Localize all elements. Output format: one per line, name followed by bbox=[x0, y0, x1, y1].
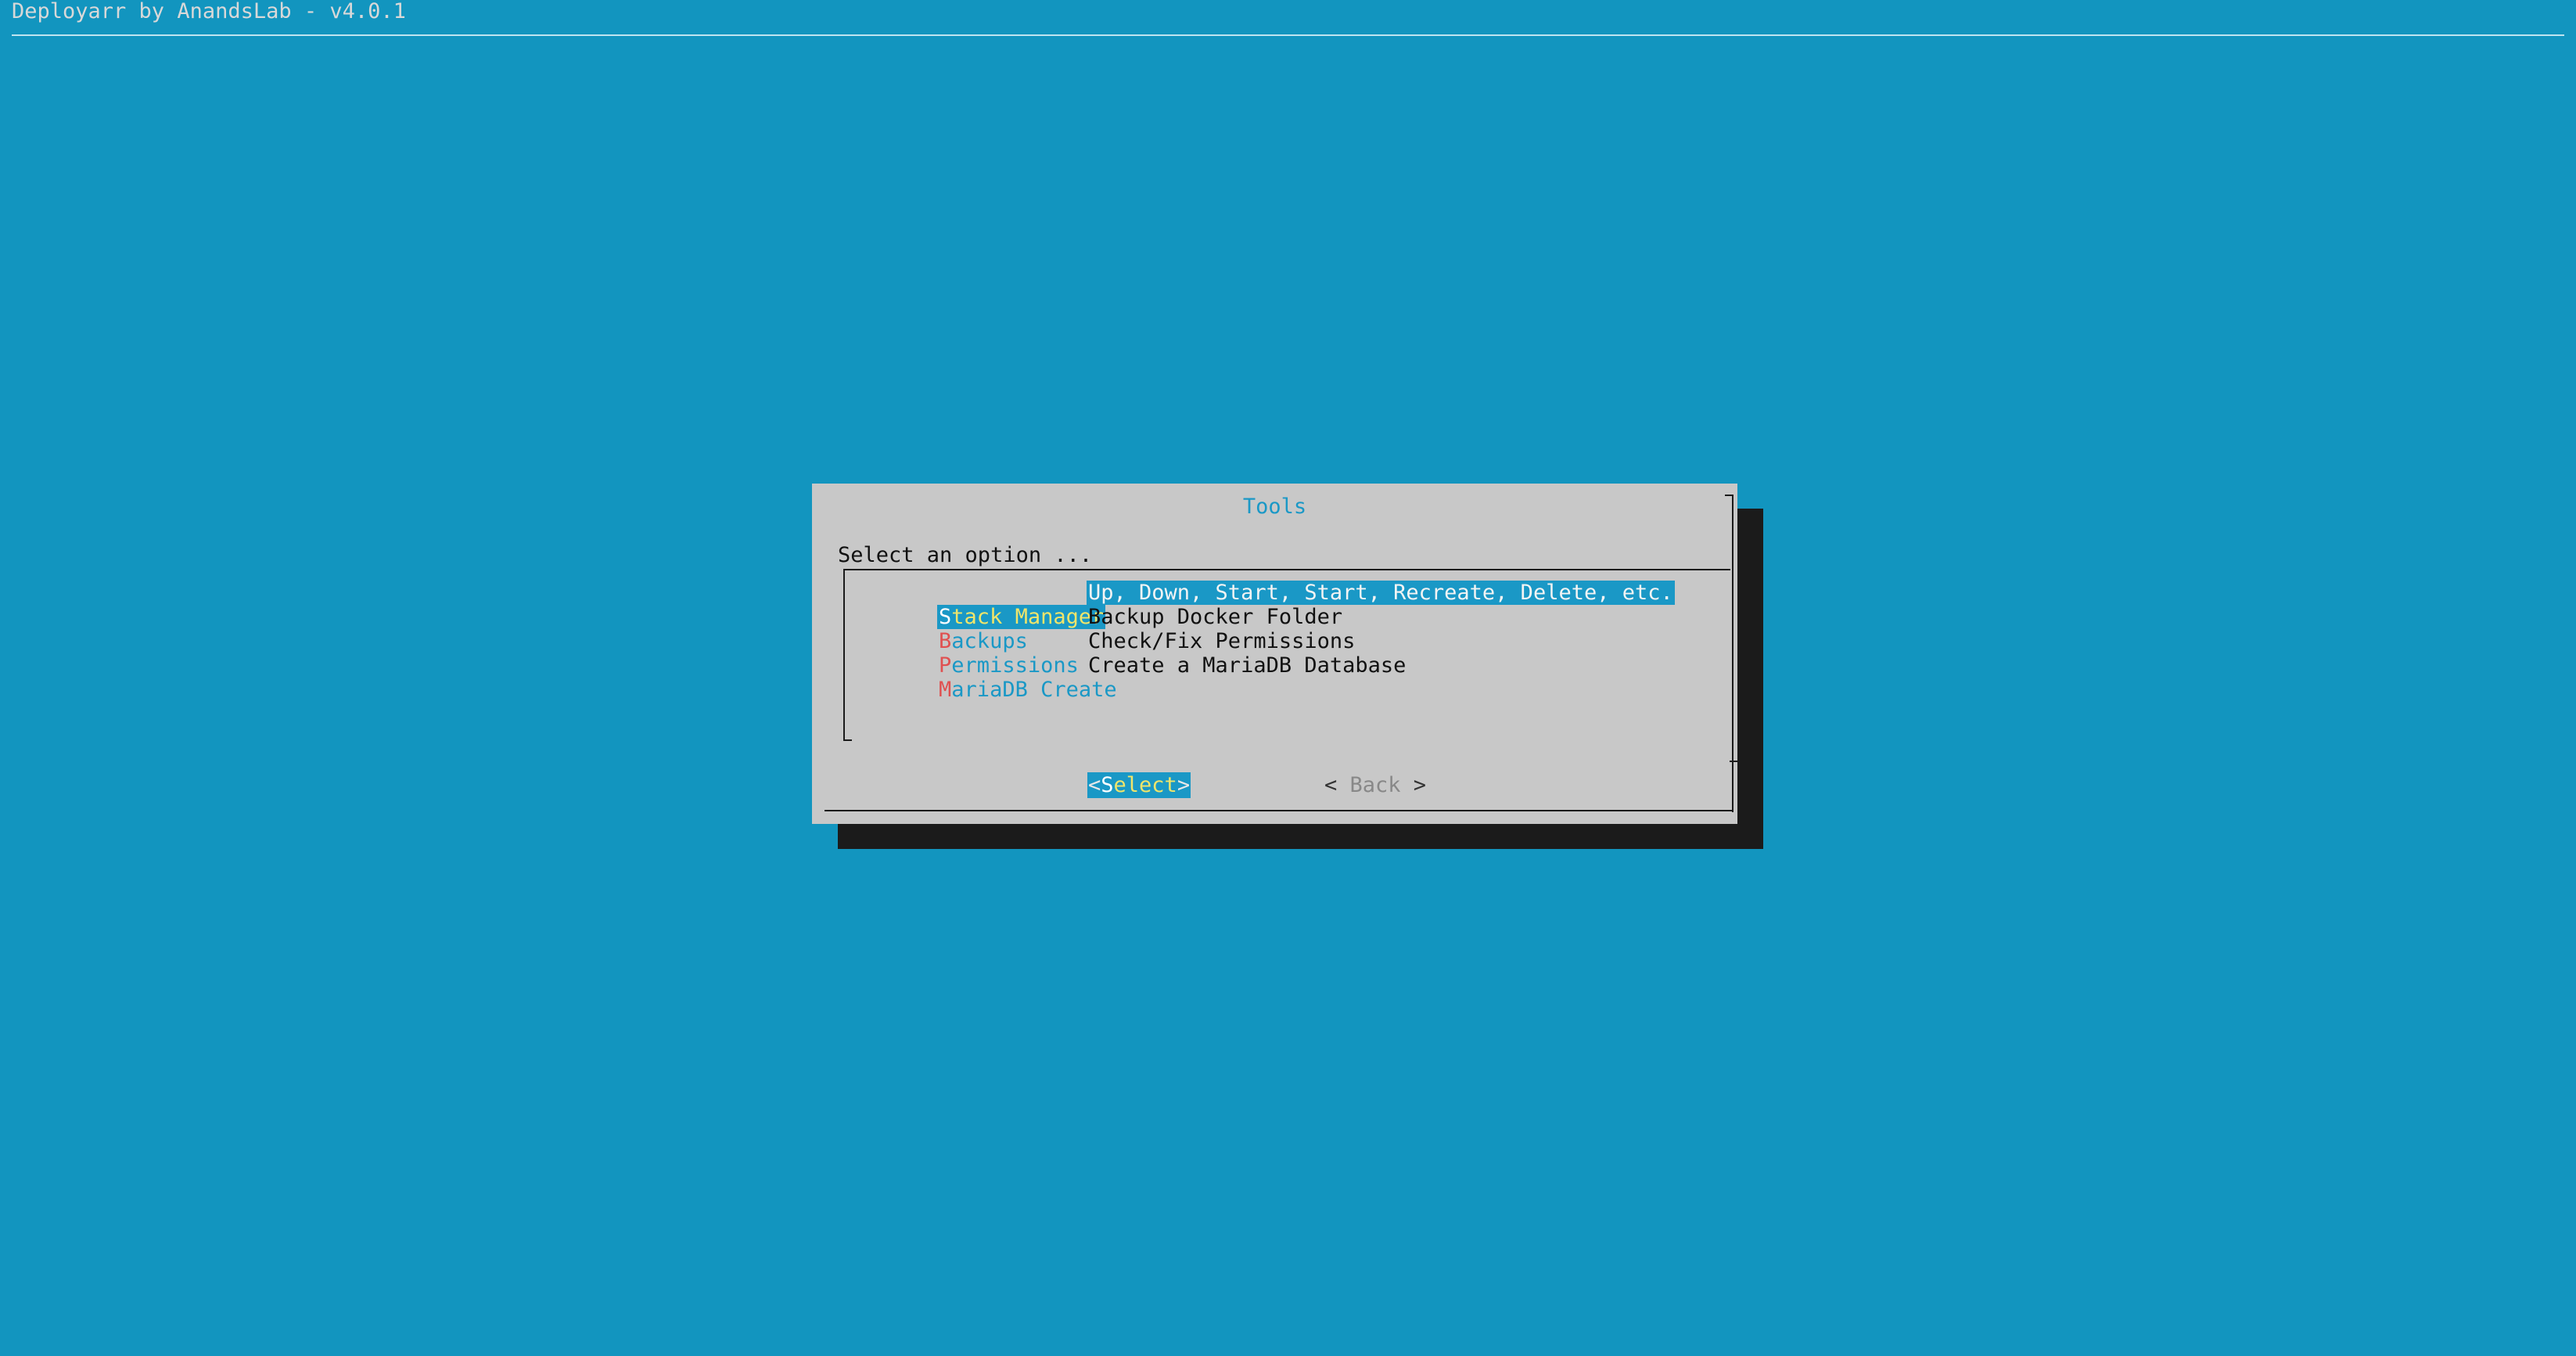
dialog-border-bottom bbox=[825, 810, 1734, 811]
select-button-label: elect bbox=[1113, 773, 1177, 797]
menu-item-tag-rest: ariaDB Create bbox=[951, 678, 1117, 702]
dialog-title: Tools bbox=[1242, 495, 1307, 519]
menu-item-hotkey: M bbox=[939, 678, 952, 702]
menu-list-top-border bbox=[843, 569, 1730, 570]
app-backtitle: Deployarr by AnandsLab - v4.0.1 bbox=[12, 0, 406, 23]
menu-item-description: Check/Fix Permissions bbox=[1088, 629, 1356, 653]
select-button[interactable]: <Select> bbox=[1087, 772, 1191, 798]
tools-dialog: Tools Select an option ... Stack Manager… bbox=[812, 484, 1738, 824]
menu-item-tag: MariaDB Create bbox=[937, 678, 1119, 702]
select-button-hotkey: S bbox=[1101, 773, 1114, 797]
menu-item-description: Backup Docker Folder bbox=[1088, 605, 1343, 629]
menu-item-stack-manager[interactable]: Stack Manager Up, Down, Start, Start, Re… bbox=[886, 581, 1675, 629]
menu-list-bottom-corner bbox=[843, 739, 852, 741]
menu-item-description: Up, Down, Start, Start, Recreate, Delete… bbox=[1087, 581, 1675, 605]
select-button-open: < bbox=[1088, 773, 1101, 797]
menu-item-mariadb-create[interactable]: MariaDB Create Create a MariaDB Database bbox=[886, 653, 1406, 702]
menu-list-left-border bbox=[843, 569, 845, 741]
menu-item-permissions[interactable]: Permissions Check/Fix Permissions bbox=[886, 629, 1355, 678]
backtitle-divider bbox=[12, 34, 2564, 36]
dialog-border-right bbox=[1732, 495, 1734, 812]
back-button-label: Back bbox=[1349, 773, 1401, 797]
menu-item-description: Create a MariaDB Database bbox=[1088, 653, 1407, 678]
select-button-close: > bbox=[1177, 773, 1191, 797]
back-button[interactable]: < Back > bbox=[1324, 772, 1426, 798]
menu-list-right-tick bbox=[1730, 761, 1738, 762]
dialog-prompt: Select an option ... bbox=[838, 543, 1093, 567]
back-button-open: < bbox=[1324, 773, 1350, 797]
back-button-close: > bbox=[1400, 773, 1427, 797]
menu-item-backups[interactable]: Backups Backup Docker Folder bbox=[886, 605, 1342, 653]
